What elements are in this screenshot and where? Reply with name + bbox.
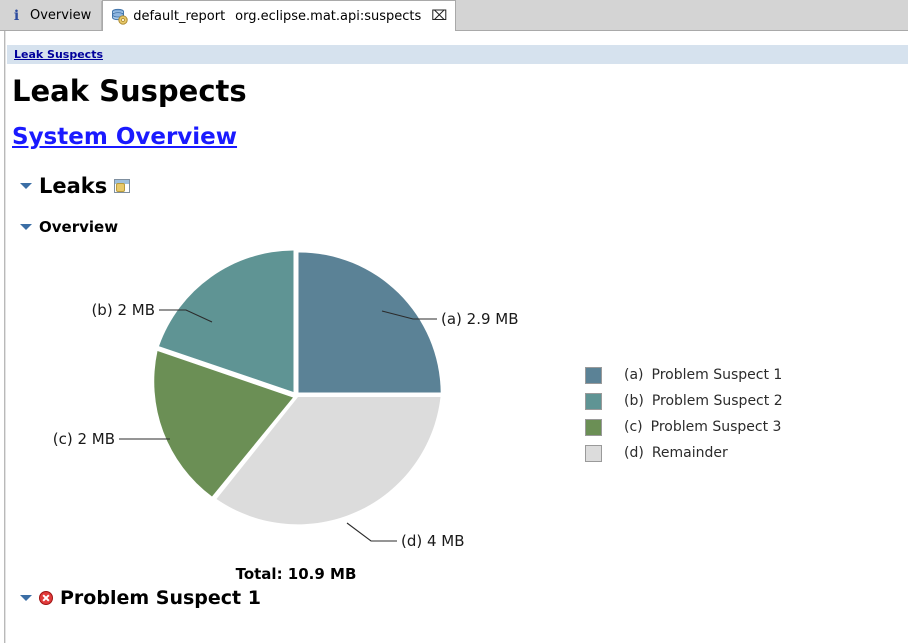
report-database-icon bbox=[111, 8, 128, 25]
legend-swatch-c bbox=[585, 418, 602, 436]
chevron-down-icon[interactable] bbox=[20, 183, 32, 189]
system-overview-link[interactable]: System Overview bbox=[12, 124, 237, 150]
chevron-down-icon[interactable] bbox=[20, 224, 32, 230]
leak-suspects-pie-chart: (a) 2.9 MB (b) 2 MB (c) 2 MB (d) 4 MB To… bbox=[7, 242, 908, 587]
pie-slice-a[interactable] bbox=[298, 252, 441, 393]
legend-swatch-d bbox=[585, 444, 602, 462]
close-icon[interactable]: ⌧ bbox=[431, 9, 447, 23]
pie-label-a: (a) 2.9 MB bbox=[441, 310, 519, 328]
pie-chart-legend: (a) Problem Suspect 1 (b) Problem Suspec… bbox=[585, 362, 783, 466]
pie-label-b: (b) 2 MB bbox=[91, 301, 155, 319]
chevron-down-icon[interactable] bbox=[20, 595, 32, 601]
tab-overview[interactable]: i Overview bbox=[0, 1, 103, 30]
legend-item-b[interactable]: (b) Problem Suspect 2 bbox=[585, 388, 783, 414]
error-icon bbox=[39, 591, 53, 605]
pie-chart-svg: (a) 2.9 MB (b) 2 MB (c) 2 MB (d) 4 MB To… bbox=[53, 250, 519, 583]
legend-item-c[interactable]: (c) Problem Suspect 3 bbox=[585, 414, 783, 440]
legend-swatch-a bbox=[585, 366, 602, 384]
report-window-icon[interactable] bbox=[114, 179, 131, 193]
editor-tab-bar: i Overview default_report org.eclipse.ma… bbox=[0, 0, 908, 31]
pie-total-label: Total: 10.9 MB bbox=[236, 565, 357, 583]
tab-default-report[interactable]: default_report org.eclipse.mat.api:suspe… bbox=[102, 0, 457, 31]
page-title: Leak Suspects bbox=[12, 74, 247, 108]
breadcrumb: Leak Suspects bbox=[7, 45, 908, 64]
breadcrumb-item-leak-suspects[interactable]: Leak Suspects bbox=[14, 48, 103, 61]
editor-left-rail bbox=[4, 31, 6, 643]
legend-swatch-b bbox=[585, 392, 602, 410]
section-label-problem-suspect-1: Problem Suspect 1 bbox=[60, 587, 261, 609]
legend-label-b: Problem Suspect 2 bbox=[651, 393, 783, 409]
legend-item-a[interactable]: (a) Problem Suspect 1 bbox=[585, 362, 783, 388]
legend-label-c: Problem Suspect 3 bbox=[650, 419, 782, 435]
tab-default-report-sublabel: org.eclipse.mat.api:suspects bbox=[235, 8, 422, 24]
legend-label-d: Remainder bbox=[651, 445, 728, 461]
tab-default-report-label: default_report bbox=[133, 8, 226, 24]
section-label-leaks: Leaks bbox=[39, 174, 108, 198]
legend-key-b: (b) bbox=[624, 393, 644, 409]
report-content: Leak Suspects Leak Suspects System Overv… bbox=[7, 31, 908, 643]
legend-item-d[interactable]: (d) Remainder bbox=[585, 440, 783, 466]
legend-key-c: (c) bbox=[624, 419, 643, 435]
section-header-overview[interactable]: Overview bbox=[20, 218, 908, 236]
info-icon: i bbox=[13, 7, 20, 24]
pie-leader-d bbox=[346, 522, 397, 542]
legend-key-d: (d) bbox=[624, 445, 644, 461]
report-editor: Leak Suspects Leak Suspects System Overv… bbox=[0, 31, 908, 643]
section-header-problem-suspect-1[interactable]: Problem Suspect 1 bbox=[20, 587, 908, 609]
legend-key-a: (a) bbox=[624, 367, 644, 383]
pie-label-d: (d) 4 MB bbox=[401, 532, 465, 550]
section-header-leaks[interactable]: Leaks bbox=[20, 174, 908, 198]
tab-overview-label: Overview bbox=[30, 8, 92, 23]
section-label-overview: Overview bbox=[39, 218, 119, 236]
pie-label-c: (c) 2 MB bbox=[53, 430, 115, 448]
legend-label-a: Problem Suspect 1 bbox=[651, 367, 783, 383]
